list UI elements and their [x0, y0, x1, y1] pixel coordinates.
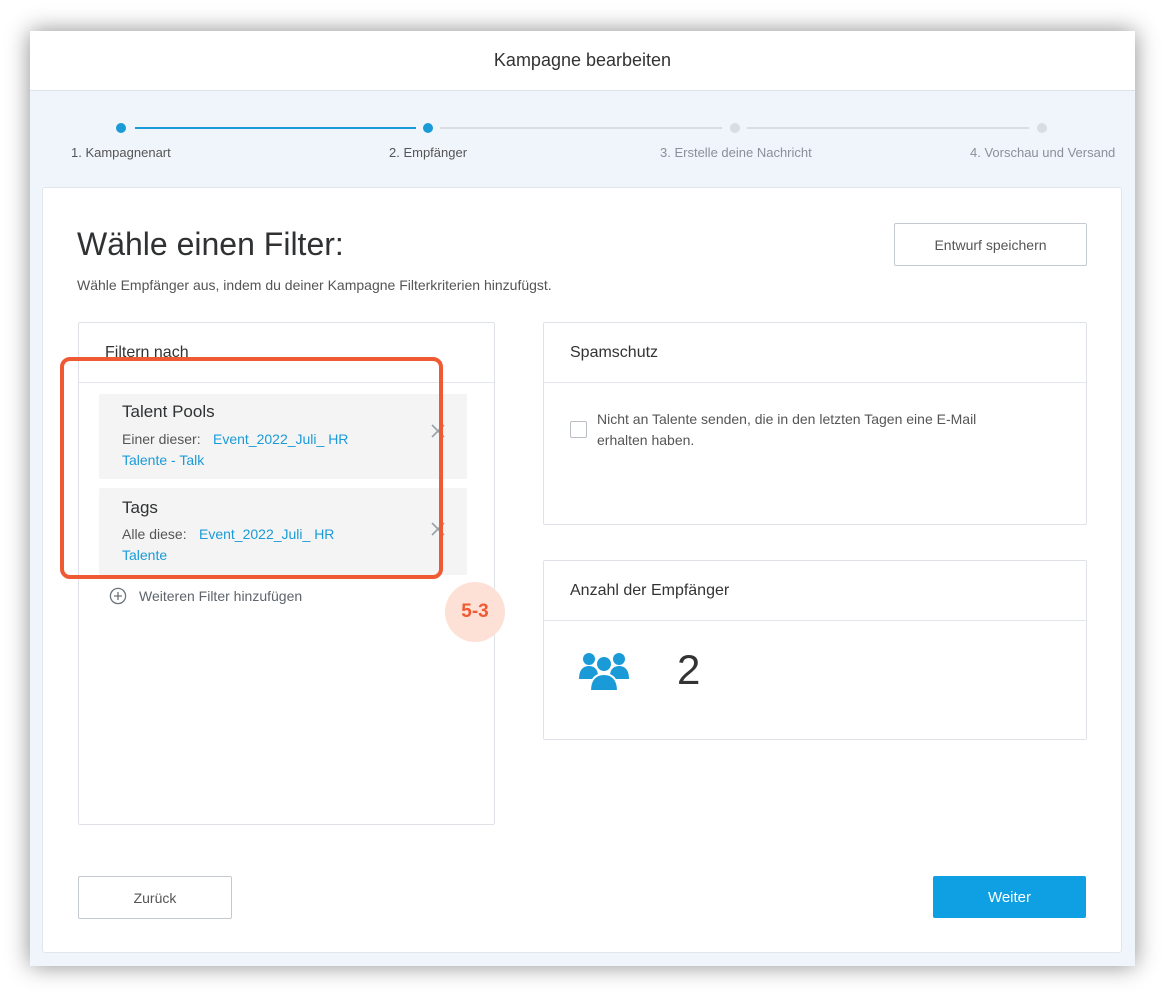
- page-subtitle: Wähle Empfänger aus, indem du deiner Kam…: [77, 277, 552, 293]
- step-dot-4[interactable]: [1037, 123, 1047, 133]
- recipients-panel-title: Anzahl der Empfänger: [544, 561, 1086, 621]
- save-draft-button[interactable]: Entwurf speichern: [894, 223, 1087, 266]
- step-label-2[interactable]: 2. Empfänger: [389, 145, 467, 160]
- window-title: Kampagne bearbeiten: [30, 31, 1135, 91]
- page-title: Wähle einen Filter:: [77, 226, 344, 262]
- spam-panel-title: Spamschutz: [544, 323, 1086, 383]
- users-icon: [579, 653, 629, 692]
- stepper-line-completed: [135, 127, 416, 129]
- add-filter-button[interactable]: Weiteren Filter hinzufügen: [109, 586, 302, 606]
- plus-circle-icon: [109, 587, 127, 605]
- step-label-1[interactable]: 1. Kampagnenart: [71, 145, 171, 160]
- annotation-badge: 5-3: [445, 582, 505, 642]
- spam-protection-checkbox[interactable]: [570, 421, 587, 438]
- spam-protection-label-line: erhalten haben.: [597, 432, 695, 448]
- back-button[interactable]: Zurück: [78, 876, 232, 919]
- spam-protection-label-line: Nicht an Talente senden, die in den letz…: [597, 411, 977, 427]
- stepper-line-pending: [440, 127, 722, 129]
- step-dot-2[interactable]: [423, 123, 433, 133]
- step-label-3[interactable]: 3. Erstelle deine Nachricht: [660, 145, 812, 160]
- next-button[interactable]: Weiter: [933, 876, 1086, 918]
- add-filter-label: Weiteren Filter hinzufügen: [139, 588, 303, 604]
- recipients-panel: Anzahl der Empfänger 2: [543, 560, 1087, 740]
- spam-protection-panel: Spamschutz Nicht an Talente senden, die …: [543, 322, 1087, 525]
- annotation-highlight-box: [60, 357, 443, 579]
- step-dot-3[interactable]: [730, 123, 740, 133]
- stepper-line-pending: [747, 127, 1029, 129]
- step-dot-1[interactable]: [116, 123, 126, 133]
- step-label-4[interactable]: 4. Vorschau und Versand: [970, 145, 1115, 160]
- spam-protection-label[interactable]: Nicht an Talente senden, die in den letz…: [597, 409, 976, 451]
- recipient-count: 2: [677, 646, 701, 693]
